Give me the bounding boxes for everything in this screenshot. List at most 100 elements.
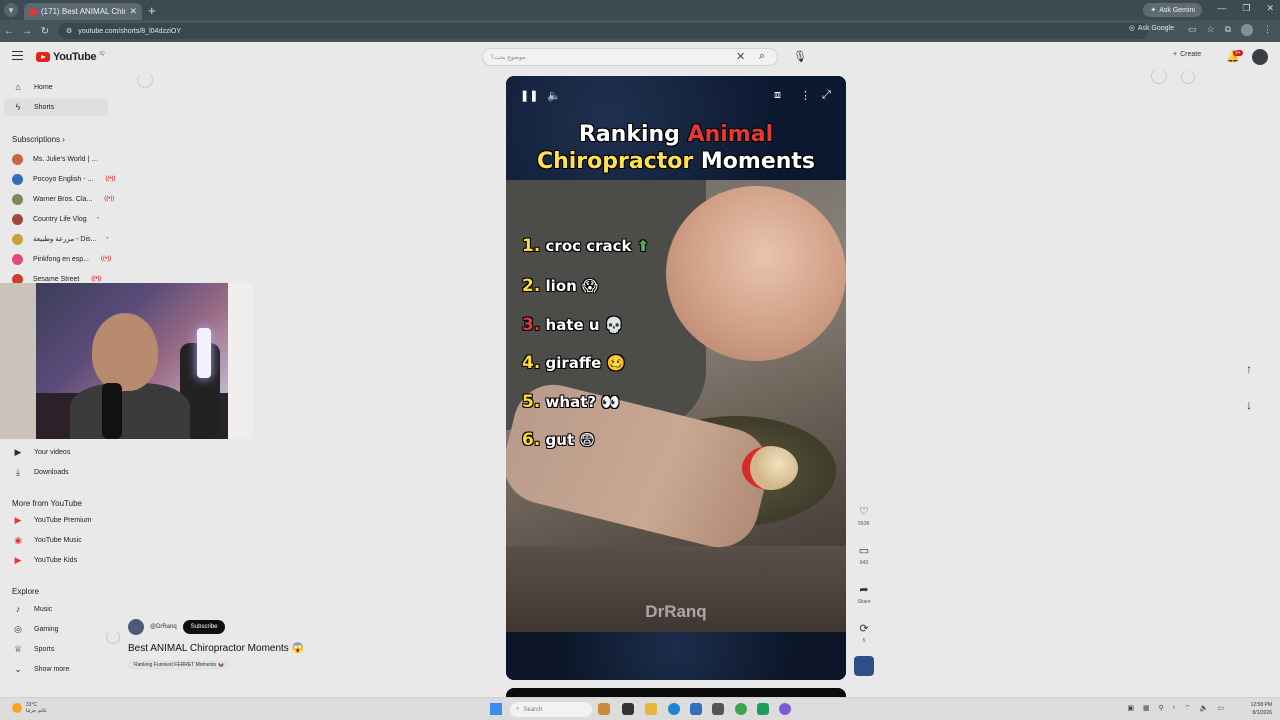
weather-icon xyxy=(12,703,22,713)
creator-avatar[interactable] xyxy=(854,656,874,676)
shorts-video-player[interactable]: ❚❚ 🔈 ⧈ ⋮ ⤢ Ranking Animal Chiropractor M… xyxy=(506,76,846,680)
taskbar-app-icon[interactable] xyxy=(779,703,791,715)
search-input[interactable]: موضوع بحث؟ xyxy=(482,48,778,66)
subscribe-button[interactable]: Subscribe xyxy=(182,620,226,634)
menu-icon[interactable] xyxy=(12,51,23,60)
create-label: Create xyxy=(1180,51,1202,58)
location-icon[interactable]: ⚲ xyxy=(1159,704,1164,713)
rank-text: what? xyxy=(545,393,597,411)
chevron-up-icon[interactable]: ‹ xyxy=(1173,704,1175,713)
ask-gemini-label: Ask Gemini xyxy=(1159,6,1195,14)
task-view-icon[interactable] xyxy=(622,703,634,715)
clear-search-icon[interactable]: ✕ xyxy=(736,50,745,63)
sidebar-item-subscription[interactable]: Warner Bros. Cla... ((•)) xyxy=(12,192,114,206)
bookmark-icon[interactable]: ☆ xyxy=(1206,24,1214,36)
edge-browser-icon[interactable] xyxy=(668,703,680,715)
restore-icon[interactable]: ❐ xyxy=(1242,3,1250,14)
sidebar-item-kids[interactable]: ▶ YouTube Kids xyxy=(12,553,78,567)
sidebar-item-downloads[interactable]: ⤓ Downloads xyxy=(12,465,69,479)
volume-icon[interactable]: 🔈 xyxy=(1200,704,1209,713)
channel-avatar[interactable] xyxy=(128,619,144,635)
reload-icon[interactable]: ↻ xyxy=(36,26,54,37)
extensions-icon[interactable]: ⧉ xyxy=(1225,24,1231,36)
site-info-icon[interactable]: ⚙ xyxy=(66,27,72,35)
skull-emoji-icon: 💀 xyxy=(604,316,624,334)
channel-handle[interactable]: @DrRanq xyxy=(150,624,177,630)
sidebar-item-subscription[interactable]: Ms. Julie's World | ... xyxy=(12,152,97,166)
browser-menu-icon[interactable]: ⋮ xyxy=(1263,24,1272,36)
face-emoji-icon: 🥴 xyxy=(606,354,626,372)
subscriptions-heading[interactable]: Subscriptions › xyxy=(12,135,65,144)
browser-profile-avatar[interactable] xyxy=(1241,24,1253,36)
browser-tab[interactable]: (171) Best ANIMAL Chiropr ✕ xyxy=(24,3,142,20)
forward-icon[interactable]: → xyxy=(18,26,36,37)
back-icon[interactable]: ← xyxy=(0,26,18,37)
close-window-icon[interactable]: ✕ xyxy=(1266,3,1274,14)
trophy-icon: ♕ xyxy=(13,643,23,654)
ask-gemini-button[interactable]: ✦ Ask Gemini xyxy=(1143,3,1202,17)
sidebar-item-gaming[interactable]: ◎ Gaming xyxy=(12,622,58,636)
taskbar-clock[interactable]: 12:58 PM 8/1/2026 xyxy=(1251,701,1272,717)
window-controls: — ❐ ✕ xyxy=(1217,3,1274,14)
more-options-icon[interactable]: ⋮ xyxy=(800,89,811,102)
sidebar-item-your-videos[interactable]: ▶ Your videos xyxy=(12,445,71,459)
share-button[interactable]: ➦ Share xyxy=(855,583,873,605)
taskbar-app-icon[interactable] xyxy=(757,703,769,715)
store-icon[interactable] xyxy=(690,703,702,715)
webcam-person-head xyxy=(92,313,158,391)
sidebar-item-subscription[interactable]: Country Life Vlog • xyxy=(12,212,99,226)
overlay-title-line1: Ranking Animal xyxy=(506,122,846,147)
remix-button[interactable]: ⟳ 5 xyxy=(855,622,873,644)
sidebar-item-subscription[interactable]: مزرعة وطبيعة - Dis... • xyxy=(12,232,108,246)
sidebar-item-premium[interactable]: ▶ YouTube Premium xyxy=(12,513,92,527)
weather-widget[interactable]: 31°C غائم جزئيا xyxy=(12,702,47,714)
taskbar-search[interactable]: ⌕ Search xyxy=(510,702,592,717)
tray-app-icon[interactable]: ▦ xyxy=(1143,704,1150,713)
search-icon[interactable]: ⌕ xyxy=(759,50,765,63)
file-explorer-icon[interactable] xyxy=(645,703,657,715)
tab-search-button[interactable]: ▾ xyxy=(4,3,18,17)
close-tab-icon[interactable]: ✕ xyxy=(129,6,137,17)
rank-number: 2. xyxy=(522,276,541,296)
volume-icon[interactable]: 🔈 xyxy=(547,89,561,102)
sidebar-item-show-more[interactable]: ⌄ Show more xyxy=(12,662,69,676)
taskbar-app-icon[interactable] xyxy=(598,703,610,715)
sidebar-item-music[interactable]: ◉ YouTube Music xyxy=(12,533,82,547)
sidebar-label: Sports xyxy=(34,645,55,653)
next-short-arrow-icon[interactable]: ↓ xyxy=(1246,398,1252,412)
create-button[interactable]: + Create xyxy=(1173,51,1201,58)
tray-app-icon[interactable]: ▣ xyxy=(1127,704,1134,713)
ask-google-button[interactable]: ◎ Ask Google xyxy=(1129,24,1174,33)
sidebar-item-explore-music[interactable]: ♪ Music xyxy=(12,602,53,616)
minimize-icon[interactable]: — xyxy=(1217,3,1226,14)
comments-button[interactable]: ▭ 643 xyxy=(855,544,873,566)
captions-icon[interactable]: ⧈ xyxy=(774,89,781,102)
previous-short-arrow-icon[interactable]: ↑ xyxy=(1246,362,1252,376)
account-avatar[interactable] xyxy=(1252,49,1268,65)
start-button-icon[interactable] xyxy=(490,703,502,715)
pause-icon[interactable]: ❚❚ xyxy=(520,89,538,102)
new-tab-button[interactable]: + xyxy=(148,3,156,18)
rank-item: 4. giraffe 🥴 xyxy=(522,353,625,373)
fullscreen-icon[interactable]: ⤢ xyxy=(822,89,831,102)
shock-emoji-icon: 😨 xyxy=(579,431,595,449)
browser-toolbar-icons: ▭ ☆ ⧉ ⋮ xyxy=(1188,24,1272,36)
rank-item: 2. lion 😱 xyxy=(522,276,598,296)
sidebar-item-subscription[interactable]: Pinkfong en esp... ((•)) xyxy=(12,252,111,266)
microphone-icon[interactable]: 🎙 xyxy=(793,50,807,63)
sidebar-item-shorts[interactable]: ϟ Shorts xyxy=(4,98,108,116)
youtube-logo[interactable]: YouTube IQ xyxy=(36,51,105,63)
rank-item: 1. croc crack ⬆ xyxy=(522,236,649,256)
battery-icon[interactable]: ▭ xyxy=(1217,704,1224,713)
url-field[interactable]: ⚙ youtube.com/shorts/8_l04dzziOY xyxy=(58,23,1148,39)
webcam-microphone xyxy=(102,383,122,439)
like-button[interactable]: ♡ 553K xyxy=(855,505,873,527)
chrome-browser-icon[interactable] xyxy=(735,703,747,715)
sidebar-item-home[interactable]: ⌂ Home xyxy=(12,80,52,94)
sidebar-item-subscription[interactable]: Pocoyo English - ... ((•)) xyxy=(12,172,115,186)
taskbar-app-icon[interactable] xyxy=(712,703,724,715)
suggested-video-chip[interactable]: Ranking Funniest FERRET Moments 🦦 xyxy=(128,660,230,670)
sidebar-item-sports[interactable]: ♕ Sports xyxy=(12,642,54,656)
network-icon[interactable]: ⌔ xyxy=(1184,704,1191,713)
cast-icon[interactable]: ▭ xyxy=(1188,24,1197,36)
